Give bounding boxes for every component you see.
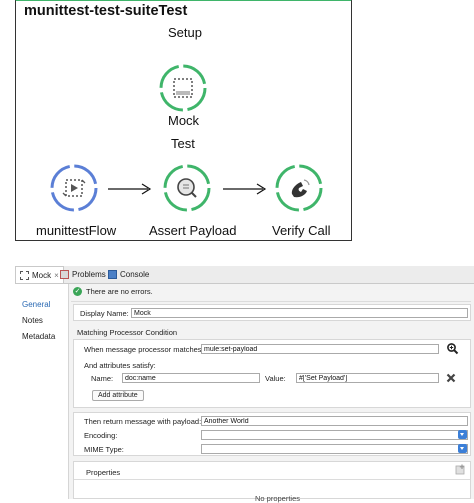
test-label: Test [171, 136, 195, 151]
display-name-group: Display Name: [73, 304, 471, 321]
flow-ref-node[interactable] [49, 163, 99, 213]
nav-notes[interactable]: Notes [22, 316, 43, 325]
verify-call-icon [275, 164, 323, 212]
divider [71, 301, 471, 302]
arrow-2-icon [223, 183, 267, 195]
setup-label: Setup [168, 25, 202, 40]
tab-console[interactable]: Console [108, 266, 149, 283]
flow-title: munittest-test-suiteTest [24, 3, 188, 19]
arrow-1-icon [108, 183, 152, 195]
then-label: Then return message with payload: [84, 417, 202, 426]
flow-ref-label: munittestFlow [36, 223, 117, 238]
status-message: There are no errors. [86, 287, 153, 296]
payload-input[interactable] [201, 416, 468, 426]
mock-node[interactable] [158, 63, 208, 113]
matching-title: Matching Processor Condition [77, 328, 178, 337]
properties-sidenav: General Notes Metadata [15, 284, 69, 499]
flow-canvas: munittest-test-suiteTest Setup Mock Test… [15, 0, 352, 241]
attr-value-input[interactable] [296, 373, 439, 383]
properties-group: Properties No properties [73, 461, 471, 503]
assert-node[interactable] [162, 163, 212, 213]
assert-node-label: Assert Payload [149, 223, 237, 238]
verify-node-label: Verify Call [272, 223, 331, 238]
properties-label: Properties [86, 468, 121, 477]
mime-select[interactable] [201, 444, 468, 454]
nav-metadata[interactable]: Metadata [22, 332, 55, 341]
attributes-label: And attributes satisfy: [84, 361, 156, 370]
tab-problems[interactable]: Problems [60, 266, 106, 283]
flow-reference-icon [50, 164, 98, 212]
mock-node-label: Mock [168, 113, 200, 128]
mime-dropdown-icon[interactable] [458, 444, 467, 453]
tab-mock-label: Mock [32, 270, 52, 280]
tab-mock[interactable]: Mock × [15, 266, 64, 283]
add-property-icon[interactable] [455, 464, 466, 475]
nav-general[interactable]: General [22, 300, 50, 309]
check-icon: ✓ [73, 287, 82, 296]
attr-value-label: Value: [265, 374, 286, 383]
console-icon [108, 270, 117, 279]
matching-group: When message processor matches: And attr… [73, 339, 471, 408]
properties-divider [74, 479, 470, 480]
remove-attribute-icon[interactable] [446, 373, 456, 383]
editor-tabbar: Mock × Problems Console [15, 266, 474, 284]
tab-problems-label: Problems [72, 270, 106, 279]
encoding-select[interactable] [201, 430, 468, 440]
mime-label: MIME Type: [84, 445, 124, 454]
verify-node[interactable] [274, 163, 324, 213]
assert-payload-icon [163, 164, 211, 212]
display-name-input[interactable] [131, 308, 468, 318]
close-icon[interactable]: × [54, 271, 59, 280]
attr-name-input[interactable] [122, 373, 260, 383]
add-attribute-button[interactable]: Add attribute [92, 390, 144, 401]
encoding-label: Encoding: [84, 431, 118, 440]
processor-match-input[interactable] [201, 344, 439, 354]
properties-panel: ✓ There are no errors. Display Name: Mat… [69, 284, 474, 503]
problems-icon [60, 270, 69, 279]
tab-console-label: Console [120, 270, 150, 279]
search-icon[interactable] [446, 342, 459, 355]
return-group: Then return message with payload: Encodi… [73, 412, 471, 456]
mock-processor-icon [159, 64, 207, 112]
when-label: When message processor matches: [84, 345, 204, 354]
mock-tab-icon [20, 270, 29, 280]
encoding-dropdown-icon[interactable] [458, 430, 467, 439]
display-name-label: Display Name: [80, 309, 129, 318]
status-row: ✓ There are no errors. [73, 287, 153, 296]
attr-name-label: Name: [91, 374, 114, 383]
